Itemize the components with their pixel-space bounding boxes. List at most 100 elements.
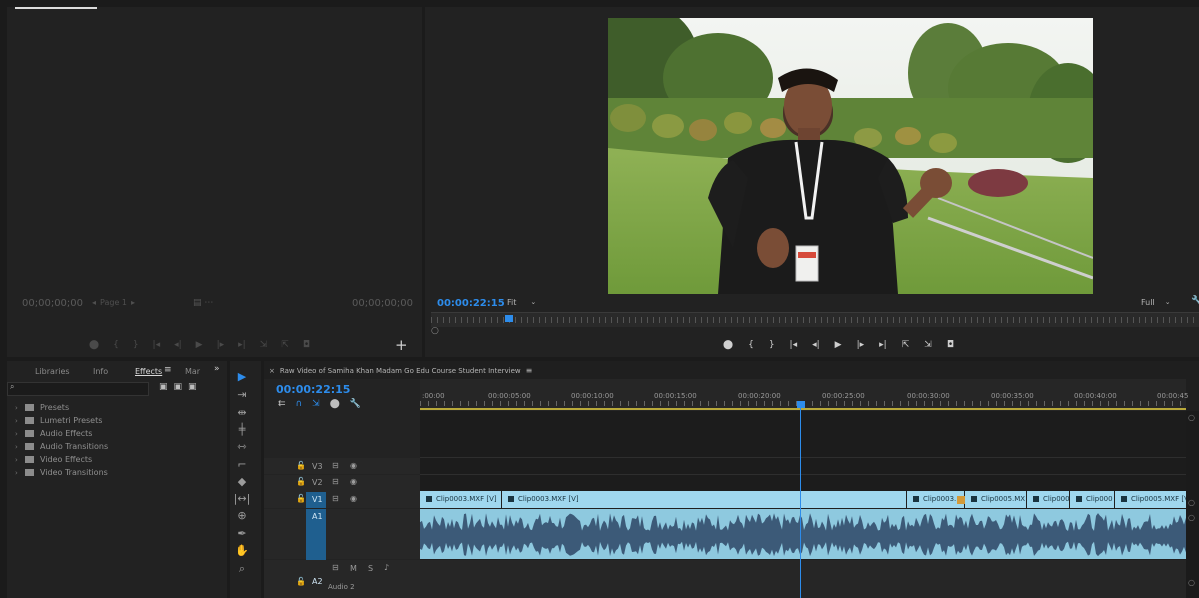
- tab-libraries[interactable]: Libraries: [35, 367, 70, 376]
- eye-icon[interactable]: ◉: [350, 461, 357, 470]
- play-icon[interactable]: ▶: [835, 340, 842, 350]
- lock-icon[interactable]: 🔓: [296, 461, 306, 470]
- nest-icon[interactable]: ⇇: [278, 399, 286, 409]
- export-frame-icon[interactable]: ◘: [947, 340, 954, 350]
- close-icon[interactable]: ×: [269, 367, 275, 375]
- panel-menu-icon[interactable]: ≡: [164, 365, 172, 375]
- work-area-bar[interactable]: [420, 408, 1186, 410]
- yuv-effects-icon[interactable]: ▣: [188, 382, 197, 392]
- sync-lock-icon[interactable]: ⊟: [332, 461, 339, 470]
- go-to-in-icon[interactable]: |◂: [790, 340, 798, 350]
- video-clip-label[interactable]: Clip000: [1029, 493, 1070, 504]
- play-icon[interactable]: ▶: [196, 340, 203, 350]
- add-marker-icon[interactable]: ⬤: [89, 340, 99, 350]
- razor-blade-icon[interactable]: ◆: [233, 473, 251, 491]
- ripple-edit-tool-icon[interactable]: ⇹: [233, 404, 251, 422]
- track-a1-label[interactable]: A1: [312, 512, 323, 521]
- program-video-frame[interactable]: [608, 18, 1093, 294]
- mark-out-icon[interactable]: }: [769, 340, 775, 350]
- track-select-tool-icon[interactable]: ⇥: [233, 386, 251, 404]
- lock-icon[interactable]: 🔓: [296, 477, 306, 486]
- pen-tool-icon[interactable]: ✒: [233, 525, 251, 543]
- sync-lock-icon[interactable]: ⊟: [332, 563, 339, 572]
- mini-ruler-handle[interactable]: ○: [431, 326, 439, 336]
- lock-icon[interactable]: 🔓: [296, 577, 306, 586]
- video-clip-label[interactable]: Clip000: [1072, 493, 1113, 504]
- tree-item-video-effects[interactable]: › Video Effects: [15, 453, 92, 466]
- overwrite-icon[interactable]: ⇱: [281, 340, 289, 350]
- mark-out-icon[interactable]: }: [133, 340, 139, 350]
- scroll-handle-icon[interactable]: ○: [1188, 513, 1195, 522]
- track-v2-label[interactable]: V2: [312, 478, 323, 487]
- source-timecode-right[interactable]: 00;00;00;00: [352, 298, 413, 309]
- razor-tool-icon[interactable]: ⌐: [233, 456, 251, 474]
- export-frame-icon[interactable]: ◘: [303, 340, 310, 350]
- scroll-handle-icon[interactable]: ○: [1188, 498, 1195, 507]
- expand-arrow-icon[interactable]: ›: [15, 430, 25, 438]
- slide-tool-icon[interactable]: ⊕: [233, 507, 251, 525]
- extract-icon[interactable]: ⇲: [924, 340, 932, 350]
- add-marker-icon[interactable]: ⬤: [723, 340, 733, 350]
- vertical-scrollbar[interactable]: ○ ○ ○ ○: [1186, 411, 1199, 598]
- tree-item-audio-effects[interactable]: › Audio Effects: [15, 427, 92, 440]
- zoom-dropdown[interactable]: Fit ⌄: [507, 298, 536, 307]
- expand-arrow-icon[interactable]: ›: [15, 417, 25, 425]
- video-clip-label[interactable]: Clip0003.MXF [V]: [422, 493, 497, 504]
- source-timecode-left[interactable]: 00;00;00;00: [22, 298, 83, 309]
- eye-icon[interactable]: ◉: [350, 494, 357, 503]
- quality-dropdown[interactable]: Full ⌄: [1141, 298, 1171, 307]
- 32bit-effects-icon[interactable]: ▣: [174, 382, 183, 392]
- video-clip-label[interactable]: Clip0003.MXF [V]: [504, 493, 579, 504]
- overflow-tabs-icon[interactable]: »: [214, 364, 220, 374]
- snap-magnet-icon[interactable]: ∩: [296, 399, 303, 409]
- scroll-handle-icon[interactable]: ○: [1188, 413, 1195, 422]
- scroll-handle-icon[interactable]: ○: [1188, 578, 1195, 587]
- slip-tool-icon[interactable]: |↔|: [233, 490, 251, 508]
- step-forward-icon[interactable]: |▸: [217, 340, 225, 350]
- video-clip-label[interactable]: Clip0005.MX: [967, 493, 1025, 504]
- go-to-in-icon[interactable]: |◂: [153, 340, 161, 350]
- timeline-timecode[interactable]: 00:00:22:15: [276, 383, 350, 396]
- add-marker-icon[interactable]: ⬤: [330, 399, 340, 409]
- step-back-icon[interactable]: ◂|: [174, 340, 182, 350]
- expand-arrow-icon[interactable]: ›: [15, 469, 25, 477]
- program-playhead-marker[interactable]: [505, 315, 513, 322]
- program-timecode[interactable]: 00:00:22:15: [437, 298, 505, 309]
- audio-tracks-empty-area[interactable]: [420, 560, 1186, 598]
- lift-icon[interactable]: ⇱: [902, 340, 910, 350]
- selection-tool-icon[interactable]: ▶: [233, 368, 251, 386]
- tree-item-presets[interactable]: › Presets: [15, 401, 69, 414]
- sync-lock-icon[interactable]: ⊟: [332, 477, 339, 486]
- next-page-icon[interactable]: ▸: [131, 298, 135, 307]
- microphone-icon[interactable]: ♪: [384, 563, 389, 572]
- wrench-settings-icon[interactable]: 🔧: [1191, 296, 1199, 307]
- hand-tool-icon[interactable]: ✋: [233, 542, 251, 560]
- tab-info[interactable]: Info: [93, 367, 108, 376]
- playhead-head[interactable]: [797, 401, 805, 408]
- sequence-tab[interactable]: × Raw Video of Samiha Khan Madam Go Edu …: [269, 366, 532, 375]
- expand-arrow-icon[interactable]: ›: [15, 404, 25, 412]
- tab-markers[interactable]: Mar: [185, 367, 200, 376]
- add-button-icon[interactable]: +: [395, 336, 408, 354]
- mark-in-icon[interactable]: {: [748, 340, 754, 350]
- rolling-edit-tool-icon[interactable]: ╪: [233, 421, 251, 439]
- solo-button[interactable]: S: [368, 564, 373, 573]
- tree-item-lumetri-presets[interactable]: › Lumetri Presets: [15, 414, 102, 427]
- accelerated-effects-icon[interactable]: ▣: [159, 382, 168, 392]
- sync-lock-icon[interactable]: ⊟: [332, 494, 339, 503]
- mark-in-icon[interactable]: {: [113, 340, 119, 350]
- tree-item-video-transitions[interactable]: › Video Transitions: [15, 466, 108, 479]
- lock-icon[interactable]: 🔓: [296, 494, 306, 503]
- tab-effects[interactable]: Effects: [135, 367, 162, 376]
- effects-search-input[interactable]: ⌕: [7, 382, 149, 396]
- video-clip-label[interactable]: Clip0005.MXF [V]: [1117, 493, 1192, 504]
- source-settings-icon[interactable]: ▤ ⋯: [193, 298, 213, 308]
- rate-stretch-tool-icon[interactable]: ⇿: [233, 438, 251, 456]
- track-v3-label[interactable]: V3: [312, 462, 323, 471]
- source-page-dropdown[interactable]: ◂ Page 1 ▸: [92, 298, 135, 307]
- go-to-out-icon[interactable]: ▸|: [238, 340, 246, 350]
- insert-icon[interactable]: ⇲: [260, 340, 268, 350]
- video-clip-label[interactable]: Clip0003.: [909, 493, 956, 504]
- track-v1-label[interactable]: V1: [312, 495, 323, 504]
- mute-button[interactable]: M: [350, 564, 357, 573]
